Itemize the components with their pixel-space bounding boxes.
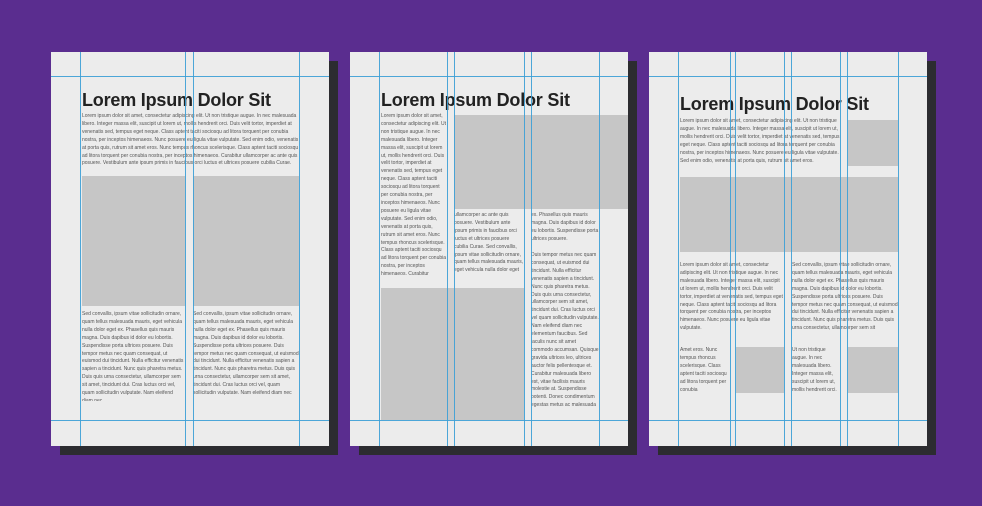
image-placeholder — [848, 347, 898, 393]
column-paragraph: Duis tempor metus nec quam consequat, ut… — [531, 252, 599, 409]
layout-page-1: Lorem Ipsum Dolor Sit Lorem ipsum dolor … — [51, 52, 338, 455]
grid-guide-vertical — [730, 52, 732, 446]
grid-guide-horizontal — [51, 76, 329, 78]
grid-guide-vertical — [847, 52, 849, 446]
grid-guide-vertical — [678, 52, 680, 446]
grid-guide-horizontal — [649, 76, 927, 78]
page-title: Lorem Ipsum Dolor Sit — [82, 90, 271, 110]
layout-page-3: Lorem Ipsum Dolor Sit Lorem ipsum dolor … — [649, 52, 936, 455]
grid-guide-vertical — [379, 52, 381, 446]
grid-guide-vertical — [185, 52, 187, 446]
page-title: Lorem Ipsum Dolor Sit — [381, 90, 570, 110]
grid-guide-horizontal — [649, 420, 927, 422]
column-paragraph: Lorem ipsum dolor sit amet, consectetur … — [381, 113, 447, 278]
image-placeholder — [381, 288, 524, 420]
column-paragraph: Amet eros. Nunc tempus rhoncus scelerisq… — [680, 347, 727, 393]
grid-guide-vertical — [524, 52, 526, 446]
column-paragraph: Sed convallis, ipsum vitae sollicitudin … — [193, 311, 299, 397]
column-paragraph: Sed convallis, ipsum vitae sollicitudin … — [792, 262, 898, 332]
grid-guide-vertical — [898, 52, 900, 446]
column-paragraph: ullamcorper ac ante quis posuere. Vestib… — [454, 212, 524, 274]
grid-guide-vertical — [599, 52, 601, 446]
grid-guide-vertical — [531, 52, 533, 446]
page-sheet: Lorem Ipsum Dolor Sit Lorem ipsum dolor … — [350, 52, 628, 446]
column-paragraph: Lorem ipsum dolor sit amet, consectetur … — [680, 262, 783, 332]
image-placeholder — [193, 176, 299, 306]
image-placeholder — [848, 120, 898, 166]
grid-guide-horizontal — [51, 420, 329, 422]
layout-page-2: Lorem Ipsum Dolor Sit Lorem ipsum dolor … — [350, 52, 637, 455]
column-paragraph: Sed convallis, ipsum vitae sollicitudin … — [82, 311, 184, 401]
grid-guide-vertical — [447, 52, 449, 446]
intro-paragraph: Lorem ipsum dolor sit amet, consectetur … — [680, 118, 840, 164]
grid-guide-vertical — [193, 52, 195, 446]
column-paragraph: ex. Phasellus quis mauris magna. Duis da… — [531, 212, 599, 242]
image-placeholder — [82, 176, 185, 306]
grid-guide-horizontal — [350, 76, 628, 78]
grid-guide-horizontal — [350, 420, 628, 422]
page-sheet: Lorem Ipsum Dolor Sit Lorem ipsum dolor … — [51, 52, 329, 446]
grid-guide-vertical — [299, 52, 301, 446]
intro-paragraph: Lorem ipsum dolor sit amet, consectetur … — [82, 113, 299, 167]
grid-guide-vertical — [840, 52, 842, 446]
grid-guide-vertical — [454, 52, 456, 446]
image-placeholder — [680, 177, 898, 252]
grid-guide-vertical — [80, 52, 82, 446]
page-sheet: Lorem Ipsum Dolor Sit Lorem ipsum dolor … — [649, 52, 927, 446]
image-placeholder — [736, 347, 784, 393]
image-placeholder — [454, 115, 628, 209]
grid-guide-vertical — [784, 52, 786, 446]
grid-guide-vertical — [735, 52, 737, 446]
grid-guide-vertical — [791, 52, 793, 446]
column-paragraph: Ut non tristique augue. In nec malesuada… — [792, 347, 837, 393]
